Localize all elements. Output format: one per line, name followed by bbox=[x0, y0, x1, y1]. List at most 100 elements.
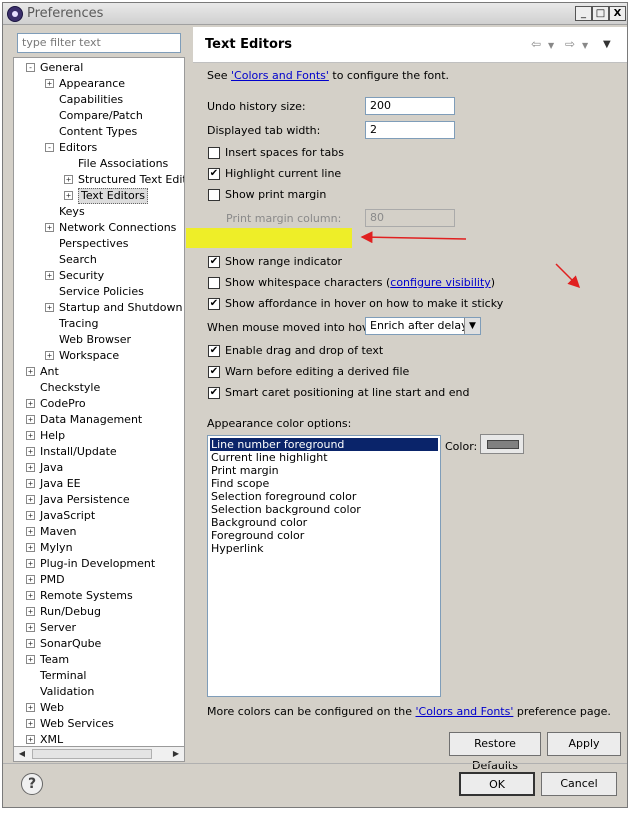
expand-icon[interactable]: + bbox=[26, 399, 35, 408]
tree-item[interactable]: Service Policies bbox=[14, 284, 184, 300]
expand-icon[interactable]: + bbox=[26, 447, 35, 456]
list-item[interactable]: Hyperlink bbox=[210, 542, 438, 555]
close-button[interactable]: X bbox=[609, 6, 626, 21]
tree-item[interactable]: + Network Connections bbox=[14, 220, 184, 236]
tree-item[interactable]: + Java bbox=[14, 460, 184, 476]
checkbox-label[interactable]: Warn before editing a derived file bbox=[225, 365, 409, 378]
tree-item[interactable]: Content Types bbox=[14, 124, 184, 140]
expand-icon[interactable]: + bbox=[26, 543, 35, 552]
expand-icon[interactable]: + bbox=[26, 495, 35, 504]
expand-icon[interactable]: + bbox=[26, 415, 35, 424]
expand-icon[interactable]: + bbox=[26, 623, 35, 632]
checkbox-label[interactable]: Enable drag and drop of text bbox=[225, 344, 383, 357]
tree-item[interactable]: + Java EE bbox=[14, 476, 184, 492]
checkbox[interactable] bbox=[208, 277, 220, 289]
tree-item[interactable]: + Appearance bbox=[14, 76, 184, 92]
tree-item[interactable]: + SonarQube bbox=[14, 636, 184, 652]
expand-icon[interactable]: + bbox=[26, 367, 35, 376]
tree-item[interactable]: Tracing bbox=[14, 316, 184, 332]
tree-item[interactable]: - General bbox=[14, 60, 184, 76]
checkbox[interactable]: ✔ bbox=[208, 387, 220, 399]
cancel-button[interactable]: Cancel bbox=[541, 772, 617, 796]
list-item[interactable]: Selection foreground color bbox=[210, 490, 438, 503]
scroll-thumb[interactable] bbox=[32, 749, 152, 759]
expand-icon[interactable]: + bbox=[26, 479, 35, 488]
tree-item[interactable]: Keys bbox=[14, 204, 184, 220]
help-icon[interactable]: ? bbox=[21, 773, 43, 795]
expand-icon[interactable]: + bbox=[26, 735, 35, 744]
filter-input[interactable]: type filter text bbox=[17, 33, 181, 53]
ok-button[interactable]: OK bbox=[459, 772, 535, 796]
tree-item[interactable]: Capabilities bbox=[14, 92, 184, 108]
tree-item[interactable]: Compare/Patch bbox=[14, 108, 184, 124]
tree-item[interactable]: + Maven bbox=[14, 524, 184, 540]
checkbox[interactable]: ✔ bbox=[208, 345, 220, 357]
expand-icon[interactable]: + bbox=[45, 79, 54, 88]
tree-item[interactable]: + Server bbox=[14, 620, 184, 636]
tree-item[interactable]: Web Browser bbox=[14, 332, 184, 348]
preference-tree[interactable]: - General + Appearance Capabilities Compare/P… bbox=[13, 57, 185, 747]
checkbox[interactable]: ✔ bbox=[208, 298, 220, 310]
apply-button[interactable]: Apply bbox=[547, 732, 621, 756]
tree-item[interactable]: + Structured Text Editor bbox=[14, 172, 184, 188]
checkbox[interactable]: ✔ bbox=[208, 366, 220, 378]
expand-icon[interactable]: + bbox=[26, 639, 35, 648]
tree-item[interactable]: + Java Persistence bbox=[14, 492, 184, 508]
scroll-right-icon[interactable]: ▶ bbox=[169, 748, 183, 760]
undo-history-input[interactable]: 200 bbox=[365, 97, 455, 115]
tree-item[interactable]: Terminal bbox=[14, 668, 184, 684]
list-item[interactable]: Find scope bbox=[210, 477, 438, 490]
list-item[interactable]: Selection background color bbox=[210, 503, 438, 516]
tree-item[interactable]: + Text Editors bbox=[14, 188, 184, 204]
tree-item[interactable]: + Help bbox=[14, 428, 184, 444]
tree-horizontal-scrollbar[interactable]: ◀ ▶ bbox=[13, 746, 185, 762]
chevron-down-icon[interactable]: ▼ bbox=[464, 318, 480, 334]
checkbox-label[interactable]: Highlight current line bbox=[225, 167, 341, 180]
tree-item[interactable]: + Mylyn bbox=[14, 540, 184, 556]
title-bar[interactable]: Preferences _ □ X bbox=[3, 3, 627, 25]
color-options-list[interactable]: Line number foreground Current line highl… bbox=[207, 435, 441, 697]
list-item[interactable]: Current line highlight bbox=[210, 451, 438, 464]
checkbox-label[interactable]: Smart caret positioning at line start an… bbox=[225, 386, 469, 399]
collapse-icon[interactable]: - bbox=[45, 143, 54, 152]
checkbox[interactable]: ✔ bbox=[208, 168, 220, 180]
list-item[interactable]: Background color bbox=[210, 516, 438, 529]
tree-item[interactable]: + Plug-in Development bbox=[14, 556, 184, 572]
tree-item[interactable]: + Run/Debug bbox=[14, 604, 184, 620]
back-dropdown-icon[interactable]: ▼ bbox=[548, 41, 554, 50]
list-item[interactable]: Line number foreground bbox=[210, 438, 438, 451]
tree-item[interactable]: - Editors bbox=[14, 140, 184, 156]
expand-icon[interactable]: + bbox=[26, 607, 35, 616]
collapse-icon[interactable]: - bbox=[26, 63, 35, 72]
checkbox-label[interactable]: Show print margin bbox=[225, 188, 326, 201]
tree-item[interactable]: + Startup and Shutdown bbox=[14, 300, 184, 316]
expand-icon[interactable]: + bbox=[45, 271, 54, 280]
expand-icon[interactable]: + bbox=[26, 575, 35, 584]
tree-item[interactable]: + Remote Systems bbox=[14, 588, 184, 604]
tree-item[interactable]: Validation bbox=[14, 684, 184, 700]
tree-item[interactable]: + Ant bbox=[14, 364, 184, 380]
tree-item[interactable]: + Data Management bbox=[14, 412, 184, 428]
forward-arrow-icon[interactable]: ⇨ bbox=[565, 37, 575, 51]
scroll-left-icon[interactable]: ◀ bbox=[15, 748, 29, 760]
tree-item[interactable]: + Team bbox=[14, 652, 184, 668]
restore-defaults-button[interactable]: Restore Defaults bbox=[449, 732, 541, 772]
expand-icon[interactable]: + bbox=[26, 591, 35, 600]
tree-item[interactable]: Search bbox=[14, 252, 184, 268]
tree-item[interactable]: + CodePro bbox=[14, 396, 184, 412]
back-arrow-icon[interactable]: ⇦ bbox=[531, 37, 541, 51]
expand-icon[interactable]: + bbox=[26, 559, 35, 568]
checkbox-label[interactable]: Show affordance in hover on how to make … bbox=[225, 297, 503, 310]
tree-item[interactable]: + XML bbox=[14, 732, 184, 746]
expand-icon[interactable]: + bbox=[26, 655, 35, 664]
expand-icon[interactable]: + bbox=[26, 527, 35, 536]
tree-item[interactable]: + Web bbox=[14, 700, 184, 716]
expand-icon[interactable]: + bbox=[26, 719, 35, 728]
checkbox[interactable]: ✔ bbox=[208, 256, 220, 268]
color-picker-button[interactable] bbox=[480, 434, 524, 454]
tree-item[interactable]: + Install/Update bbox=[14, 444, 184, 460]
checkbox-label[interactable]: Insert spaces for tabs bbox=[225, 146, 344, 159]
checkbox-label[interactable]: Show whitespace characters (configure vi… bbox=[225, 276, 495, 289]
configure-visibility-link[interactable]: configure visibility bbox=[390, 276, 491, 289]
expand-icon[interactable]: + bbox=[26, 511, 35, 520]
